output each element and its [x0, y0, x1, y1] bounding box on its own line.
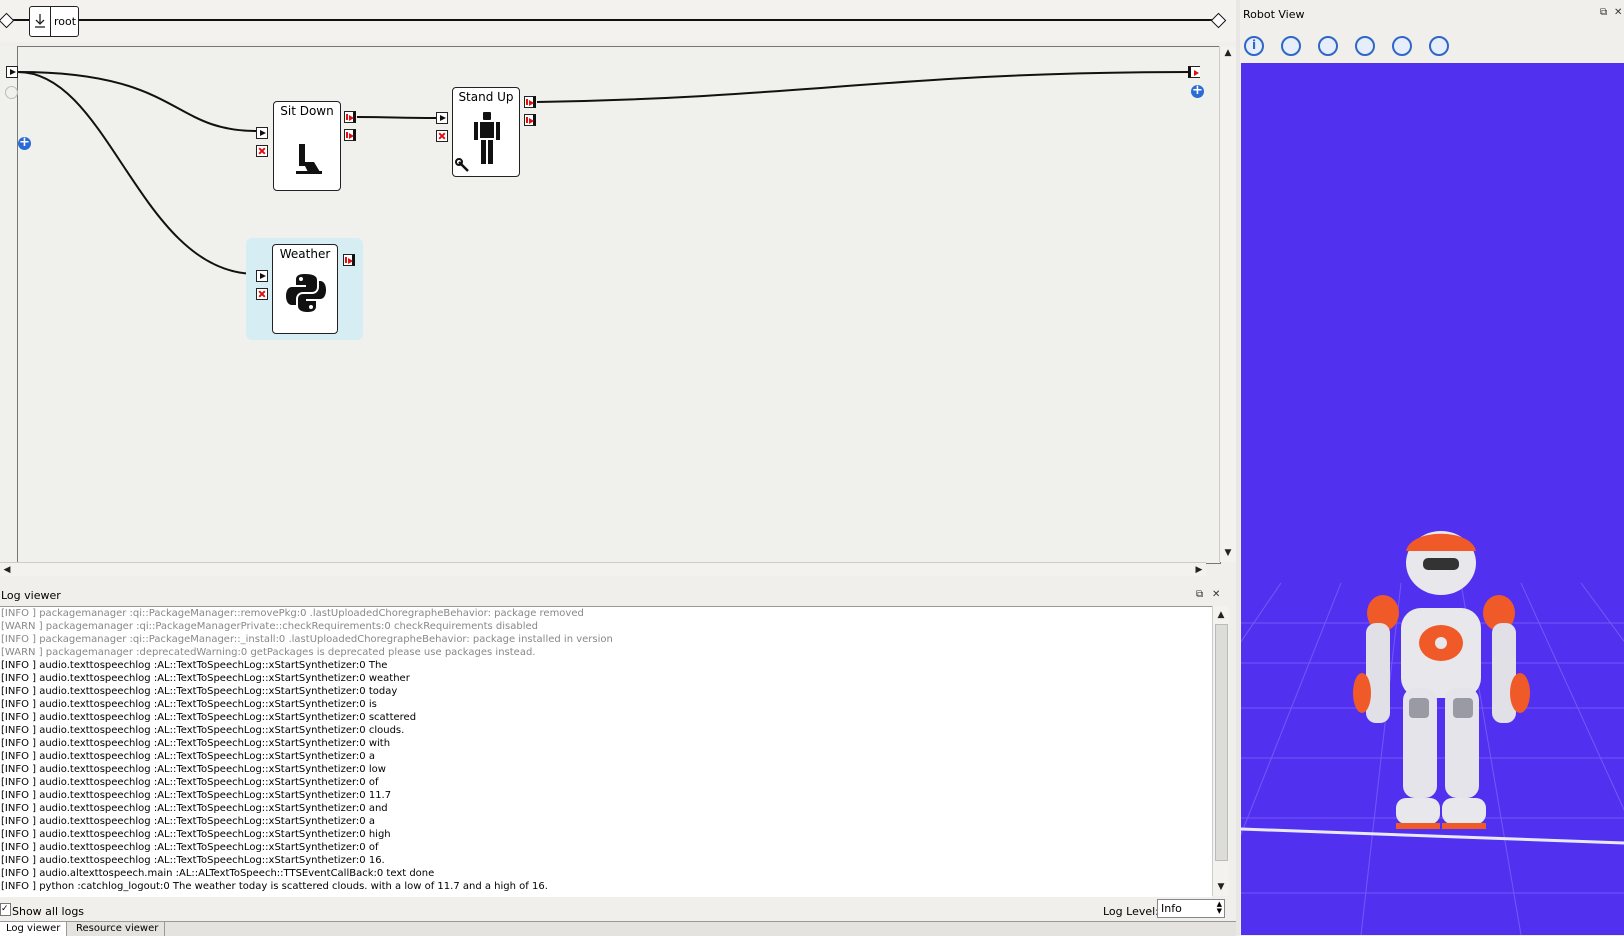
scroll-left-icon[interactable]: ◀: [0, 563, 14, 577]
sit-down-failure-port[interactable]: [344, 129, 356, 141]
log-line: [INFO ] audio.altexttospeech.main :AL::A…: [1, 868, 435, 879]
standing-robot-icon: [474, 112, 500, 164]
box-sit-down[interactable]: Sit Down: [273, 101, 341, 191]
log-line: [INFO ] audio.texttospeechlog :AL::TextT…: [1, 660, 388, 671]
log-line: [INFO ] audio.texttospeechlog :AL::TextT…: [1, 790, 392, 801]
robot-3d-view[interactable]: [1241, 63, 1624, 935]
add-input-icon[interactable]: +: [18, 136, 31, 150]
box-stand-up[interactable]: Stand Up: [452, 87, 520, 177]
main-splitter[interactable]: [1236, 0, 1240, 935]
log-line: [INFO ] audio.texttospeechlog :AL::TextT…: [1, 725, 405, 736]
box-weather[interactable]: Weather: [272, 244, 338, 334]
box-stand-up-title: Stand Up: [458, 90, 514, 104]
add-output-icon[interactable]: +: [1191, 84, 1204, 98]
sit-down-input-port[interactable]: [256, 127, 268, 139]
root-diagram-icon: [35, 14, 45, 28]
stand-up-stop-port[interactable]: [436, 130, 448, 142]
log-line: [INFO ] audio.texttospeechlog :AL::TextT…: [1, 673, 410, 684]
log-scroll-up-icon[interactable]: ▲: [1214, 608, 1228, 622]
wrench-icon[interactable]: [455, 158, 471, 174]
log-line: [INFO ] packagemanager :qi::PackageManag…: [1, 634, 613, 645]
log-level-label: Log Level:: [1103, 905, 1159, 918]
stand-up-input-port[interactable]: [436, 112, 448, 124]
log-viewer-title: Log viewer: [1, 589, 61, 602]
sit-down-success-port[interactable]: [344, 111, 356, 123]
log-line: [INFO ] audio.texttospeechlog :AL::TextT…: [1, 816, 375, 827]
log-line: [INFO ] audio.texttospeechlog :AL::TextT…: [1, 803, 388, 814]
canvas-left-strip: [0, 46, 17, 562]
panel-splitter[interactable]: [0, 576, 1236, 588]
breadcrumb-root-label: root: [54, 15, 77, 28]
python-icon: [286, 274, 326, 312]
timeline-line: [8, 19, 1220, 21]
log-line: [INFO ] packagemanager :qi::PackageManag…: [1, 608, 584, 619]
scroll-up-icon[interactable]: ▲: [1221, 46, 1235, 60]
log-viewer-titlebar: [0, 588, 1236, 605]
behavior-input-port[interactable]: [6, 66, 18, 78]
spin-arrows-icon: ▲ ▼: [1216, 900, 1222, 915]
log-line: [INFO ] python :catchlog_logout:0 The we…: [1, 881, 548, 892]
box-weather-title: Weather: [279, 247, 331, 261]
log-scroll-down-icon[interactable]: ▼: [1214, 880, 1228, 894]
log-line: [INFO ] audio.texttospeechlog :AL::TextT…: [1, 777, 379, 788]
log-level-select[interactable]: Info ▲ ▼: [1157, 899, 1225, 918]
sit-down-icon: [296, 144, 322, 174]
log-line: [WARN ] packagemanager :deprecatedWarnin…: [1, 647, 536, 658]
sit-down-stop-port[interactable]: [256, 145, 268, 157]
scroll-down-icon[interactable]: ▼: [1221, 546, 1235, 560]
log-line: [WARN ] packagemanager :qi::PackageManag…: [1, 621, 539, 632]
log-line: [INFO ] audio.texttospeechlog :AL::TextT…: [1, 855, 385, 866]
robot-view-undock-icon[interactable]: ⧉: [1600, 7, 1607, 18]
robot-view-icon-4[interactable]: [1392, 36, 1412, 56]
robot-view-title: Robot View: [1243, 8, 1305, 21]
log-scroll-thumb[interactable]: [1215, 624, 1228, 861]
log-line: [INFO ] audio.texttospeechlog :AL::TextT…: [1, 699, 377, 710]
scroll-right-icon[interactable]: ▶: [1192, 563, 1206, 577]
canvas-horizontal-scrollbar[interactable]: ◀ ▶: [0, 562, 1206, 577]
add-input-ghost-icon: [5, 86, 18, 99]
log-line: [INFO ] audio.texttospeechlog :AL::TextT…: [1, 764, 386, 775]
log-line: [INFO ] audio.texttospeechlog :AL::TextT…: [1, 751, 375, 762]
weather-input-port[interactable]: [256, 270, 268, 282]
robot-view-icon-3[interactable]: [1355, 36, 1375, 56]
breadcrumb-root[interactable]: root: [29, 6, 79, 37]
tab-resource-viewer[interactable]: Resource viewer: [70, 922, 166, 936]
log-line: [INFO ] audio.texttospeechlog :AL::TextT…: [1, 842, 379, 853]
log-level-value: Info: [1161, 902, 1182, 915]
show-all-logs-checkbox[interactable]: ✓: [0, 903, 11, 916]
log-line: [INFO ] audio.texttospeechlog :AL::TextT…: [1, 829, 391, 840]
log-output[interactable]: [INFO ] packagemanager :qi::PackageManag…: [0, 606, 1212, 897]
undock-icon[interactable]: ⧉: [1196, 589, 1203, 600]
weather-output-port[interactable]: [343, 254, 355, 266]
behavior-output-port[interactable]: [1188, 66, 1200, 78]
show-all-logs-label: Show all logs: [12, 905, 85, 918]
log-footer: [0, 897, 1236, 919]
log-vertical-scrollbar[interactable]: ▲ ▼: [1212, 606, 1229, 896]
robot-view-close-icon[interactable]: ✕: [1614, 7, 1622, 18]
stand-up-failure-port[interactable]: [524, 114, 536, 126]
flow-diagram-canvas[interactable]: [17, 46, 1221, 564]
robot-view-icon-2[interactable]: [1318, 36, 1338, 56]
robot-view-icon-5[interactable]: [1429, 36, 1449, 56]
breadcrumb: [0, 0, 1236, 42]
nao-robot: [1353, 531, 1530, 829]
robot-view-icon-1[interactable]: [1281, 36, 1301, 56]
weather-stop-port[interactable]: [256, 288, 268, 300]
tab-log-viewer[interactable]: Log viewer: [0, 922, 68, 936]
robot-scene: [1241, 531, 1624, 935]
bottom-tab-bar: Log viewer Resource viewer: [0, 921, 1236, 936]
log-line: [INFO ] audio.texttospeechlog :AL::TextT…: [1, 686, 398, 697]
close-icon[interactable]: ✕: [1212, 589, 1220, 600]
info-icon[interactable]: i: [1244, 36, 1264, 56]
canvas-vertical-scrollbar[interactable]: ▲ ▼: [1219, 46, 1236, 562]
log-line: [INFO ] audio.texttospeechlog :AL::TextT…: [1, 738, 391, 749]
box-sit-down-title: Sit Down: [280, 104, 334, 118]
log-line: [INFO ] audio.texttospeechlog :AL::TextT…: [1, 712, 417, 723]
stand-up-success-port[interactable]: [524, 96, 536, 108]
